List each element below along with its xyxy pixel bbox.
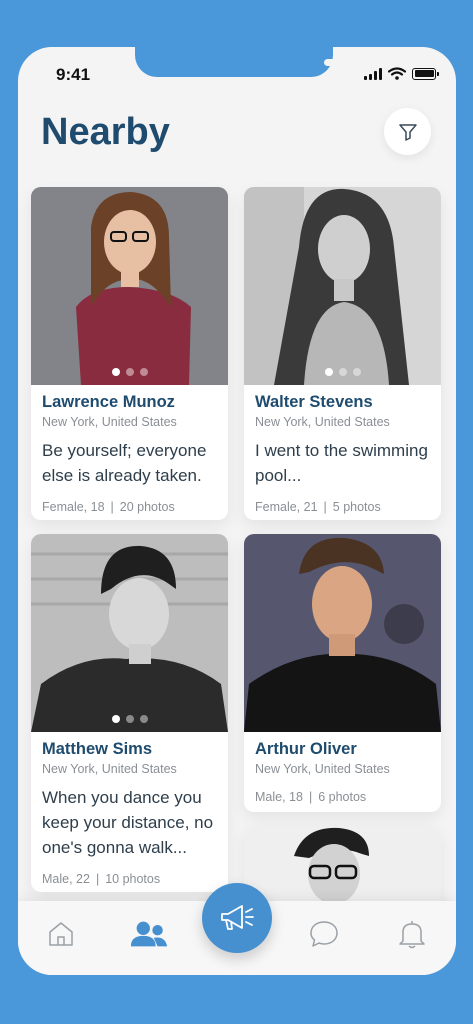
profile-gender-age: Male, 22 [42, 872, 90, 886]
bell-icon [399, 921, 425, 949]
profile-photo-count: 6 photos [318, 790, 367, 804]
signal-icon [364, 67, 382, 80]
battery-icon [412, 67, 439, 80]
profile-location: New York, United States [255, 762, 390, 776]
wifi-icon [388, 67, 406, 80]
phone-screen: 9:41 Nearby Lawrence Munoz New York, Uni… [18, 47, 456, 975]
meta-separator: | [308, 790, 313, 804]
tab-chat[interactable] [304, 917, 344, 951]
meta-separator: | [95, 872, 100, 886]
profile-photo-count: 5 photos [332, 500, 381, 514]
filter-button[interactable] [384, 108, 431, 155]
meta-separator: | [110, 500, 114, 514]
filter-icon [398, 123, 417, 141]
profile-name: Lawrence Munoz [42, 393, 175, 411]
profile-photo [31, 187, 228, 385]
profile-bio: When you dance you keep your distance, n… [42, 788, 214, 857]
speaker [324, 59, 376, 66]
tab-people[interactable] [129, 917, 169, 951]
people-icon [130, 921, 168, 947]
broadcast-button[interactable] [202, 883, 272, 953]
profile-meta: Female, 18 | 20 photos [42, 499, 217, 515]
profile-photo-count: 20 photos [119, 500, 175, 514]
profile-card[interactable]: Lawrence Munoz New York, United States B… [31, 187, 228, 520]
profile-meta: Male, 18 | 6 photos [255, 789, 430, 805]
profile-photo [31, 534, 228, 732]
profile-name: Walter Stevens [255, 393, 373, 411]
profile-photo-count: 10 photos [105, 872, 161, 886]
profile-card[interactable]: Matthew Sims New York, United States Whe… [31, 534, 228, 892]
profile-gender-age: Male, 18 [255, 790, 303, 804]
megaphone-icon [221, 905, 254, 930]
profile-card[interactable]: Walter Stevens New York, United States I… [244, 187, 441, 520]
profile-location: New York, United States [255, 415, 390, 429]
status-time: 9:41 [56, 65, 91, 84]
profile-photo [244, 534, 441, 732]
profile-meta: Male, 22 | 10 photos [42, 871, 217, 887]
profile-name: Matthew Sims [42, 740, 153, 758]
notch [135, 47, 376, 77]
home-icon [49, 922, 73, 946]
profile-photo [244, 187, 441, 385]
photo-pager[interactable] [324, 368, 361, 376]
page-title: Nearby [41, 111, 170, 153]
profile-bio: Be yourself; everyone else is already ta… [42, 441, 207, 485]
status-icons [364, 67, 439, 80]
meta-separator: | [323, 500, 327, 514]
profile-meta: Female, 21 | 5 photos [255, 499, 430, 515]
profile-gender-age: Female, 21 [255, 500, 318, 514]
photo-pager[interactable] [111, 715, 148, 723]
tab-home[interactable] [41, 917, 81, 951]
photo-pager[interactable] [111, 368, 148, 376]
profile-name: Arthur Oliver [255, 740, 357, 758]
chat-icon [310, 921, 338, 947]
profile-gender-age: Female, 18 [42, 500, 105, 514]
profile-location: New York, United States [42, 762, 177, 776]
profile-bio: I went to the swimming pool... [255, 441, 428, 485]
tab-notifications[interactable] [392, 917, 432, 951]
profile-card[interactable]: Arthur Oliver New York, United States Ma… [244, 534, 441, 812]
profile-location: New York, United States [42, 415, 177, 429]
